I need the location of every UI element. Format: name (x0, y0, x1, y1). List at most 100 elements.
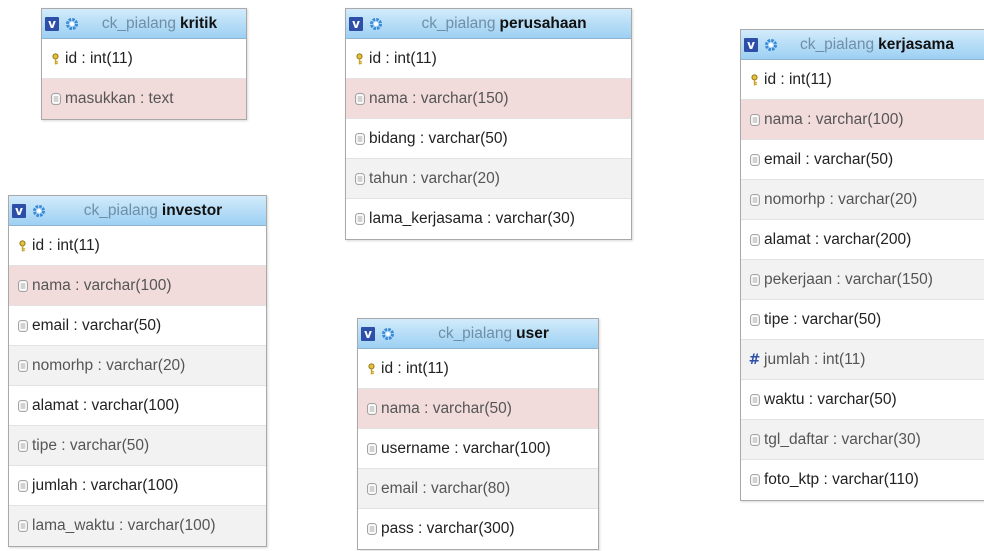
table-header[interactable]: v ck_pialang kerjasama (741, 30, 984, 60)
column-row[interactable]: id : int(11) (741, 60, 984, 100)
column-row[interactable]: waktu : varchar(50) (741, 380, 984, 420)
column-label: tipe : varchar(50) (764, 310, 882, 328)
column-row[interactable]: email : varchar(80) (358, 469, 598, 509)
column-type-icon (749, 153, 760, 166)
column-icon (366, 442, 377, 455)
column-label: nomorhp : varchar(20) (32, 356, 186, 374)
column-row[interactable]: username : varchar(100) (358, 429, 598, 469)
column-row[interactable]: id : int(11) (358, 349, 598, 389)
column-label: id : int(11) (369, 49, 437, 67)
column-type-icon (749, 393, 760, 406)
gear-icon[interactable] (764, 38, 778, 52)
table-title: ck_pialang perusahaan (421, 14, 587, 32)
column-type-icon (17, 239, 28, 252)
column-icon (749, 273, 760, 286)
column-type-icon (17, 479, 28, 492)
column-row[interactable]: tahun : varchar(20) (346, 159, 631, 199)
key-icon (52, 52, 59, 64)
column-icon (749, 313, 760, 326)
gear-icon[interactable] (381, 327, 395, 341)
column-type-icon (17, 319, 28, 332)
column-row[interactable]: tipe : varchar(50) (741, 300, 984, 340)
column-label: username : varchar(100) (381, 439, 551, 457)
column-icon (17, 399, 28, 412)
column-label: id : int(11) (32, 236, 100, 254)
column-type-icon (749, 273, 760, 286)
column-label: nama : varchar(100) (32, 276, 172, 294)
column-row[interactable]: lama_waktu : varchar(100) (9, 506, 266, 546)
column-row[interactable]: nama : varchar(100) (9, 266, 266, 306)
column-row[interactable]: nama : varchar(100) (741, 100, 984, 140)
column-type-icon (366, 442, 377, 455)
column-type-icon (17, 359, 28, 372)
column-icon (354, 213, 365, 225)
column-label: tgl_daftar : varchar(30) (764, 430, 921, 448)
column-icon (17, 359, 28, 372)
column-type-icon (354, 213, 365, 225)
column-row[interactable]: nomorhp : varchar(20) (741, 180, 984, 220)
toggle-columns-button[interactable]: v (45, 16, 59, 31)
column-icon (749, 393, 760, 406)
column-row[interactable]: # jumlah : int(11) (741, 340, 984, 380)
column-label: masukkan : text (65, 90, 174, 107)
toggle-columns-button[interactable]: v (361, 326, 375, 341)
column-row[interactable]: nama : varchar(50) (358, 389, 598, 429)
table-perusahaan[interactable]: v ck_pialang perusahaan id : int(11) nama … (345, 8, 632, 240)
column-row[interactable]: tgl_daftar : varchar(30) (741, 420, 984, 460)
column-label: lama_waktu : varchar(100) (32, 517, 216, 534)
column-label: id : int(11) (65, 49, 133, 67)
table-title: ck_pialang investor (83, 201, 223, 219)
gear-icon[interactable] (65, 17, 79, 31)
column-row[interactable]: email : varchar(50) (741, 140, 984, 180)
column-icon (749, 433, 760, 446)
column-icon (17, 279, 28, 292)
toggle-columns-button[interactable]: v (349, 16, 363, 31)
column-type-icon (366, 523, 377, 535)
table-user[interactable]: v ck_pialang user id : int(11) nama : varc… (357, 318, 599, 550)
column-label: pekerjaan : varchar(150) (764, 270, 933, 288)
column-row[interactable]: alamat : varchar(100) (9, 386, 266, 426)
toggle-columns-button[interactable]: v (744, 37, 758, 52)
column-row[interactable]: nomorhp : varchar(20) (9, 346, 266, 386)
column-label: nomorhp : varchar(20) (764, 190, 918, 208)
column-row[interactable]: id : int(11) (42, 39, 246, 79)
column-row[interactable]: id : int(11) (9, 226, 266, 266)
column-row[interactable]: email : varchar(50) (9, 306, 266, 346)
column-type-icon (17, 399, 28, 412)
table-header[interactable]: v ck_pialang investor (9, 196, 266, 226)
column-label: id : int(11) (381, 359, 449, 377)
column-row[interactable]: masukkan : text (42, 79, 246, 119)
column-row[interactable]: jumlah : varchar(100) (9, 466, 266, 506)
table-header[interactable]: v ck_pialang user (358, 319, 598, 349)
column-label: nama : varchar(100) (764, 110, 904, 128)
column-type-icon (749, 313, 760, 326)
column-label: jumlah : varchar(100) (32, 476, 179, 494)
column-row[interactable]: tipe : varchar(50) (9, 426, 266, 466)
column-label: tipe : varchar(50) (32, 436, 150, 454)
column-label: tahun : varchar(20) (369, 169, 500, 187)
column-row[interactable]: pass : varchar(300) (358, 509, 598, 549)
column-icon (50, 93, 61, 105)
column-row[interactable]: id : int(11) (346, 39, 631, 79)
column-label: email : varchar(50) (764, 150, 894, 168)
column-type-icon (749, 433, 760, 446)
table-header[interactable]: v ck_pialang perusahaan (346, 9, 631, 39)
gear-icon[interactable] (32, 204, 46, 218)
toggle-columns-button[interactable]: v (12, 203, 26, 218)
table-kerjasama[interactable]: v ck_pialang kerjasama id : int(11) nama :… (740, 29, 984, 501)
column-icon (749, 193, 760, 206)
gear-icon[interactable] (369, 17, 383, 31)
column-row[interactable]: nama : varchar(150) (346, 79, 631, 119)
column-row[interactable]: foto_ktp : varchar(110) (741, 460, 984, 500)
table-header[interactable]: v ck_pialang kritik (42, 9, 246, 39)
table-kritik[interactable]: v ck_pialang kritik id : int(11) masukkan … (41, 8, 247, 120)
column-row[interactable]: alamat : varchar(200) (741, 220, 984, 260)
column-row[interactable]: pekerjaan : varchar(150) (741, 260, 984, 300)
column-icon (749, 113, 760, 126)
column-row[interactable]: bidang : varchar(50) (346, 119, 631, 159)
table-investor[interactable]: v ck_pialang investor id : int(11) nama : … (8, 195, 267, 547)
column-label: nama : varchar(50) (381, 399, 512, 417)
column-type-icon (354, 172, 365, 185)
column-label: email : varchar(80) (381, 479, 511, 497)
column-row[interactable]: lama_kerjasama : varchar(30) (346, 199, 631, 239)
